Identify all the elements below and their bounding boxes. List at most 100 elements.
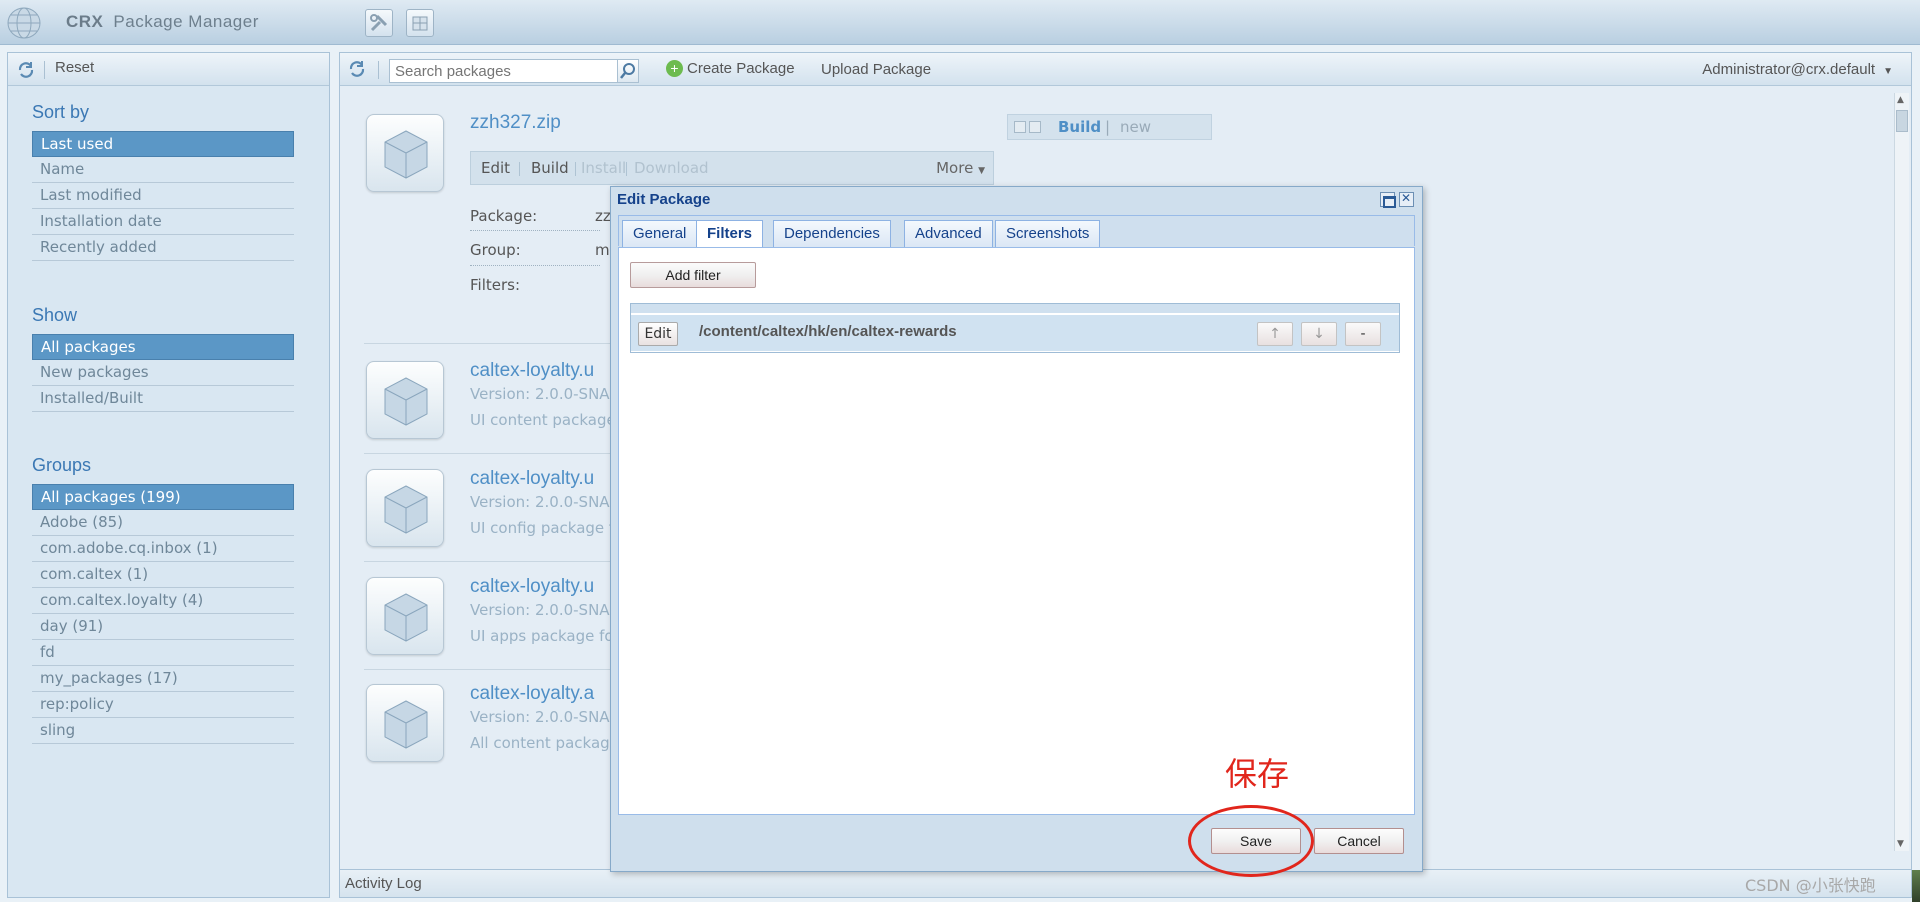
more-menu-button[interactable]: More ▼ [936,159,985,177]
package-thumbnail[interactable] [366,469,444,547]
remove-filter-button[interactable]: - [1345,322,1381,346]
list-divider [364,561,644,562]
scroll-down-icon[interactable]: ▼ [1897,839,1904,849]
group-item[interactable]: com.caltex (1) [32,562,294,588]
cancel-button[interactable]: Cancel [1314,828,1404,854]
scroll-up-icon[interactable]: ▲ [1897,95,1904,105]
package-title[interactable]: caltex-loyalty.u [470,576,594,598]
sort-by-section: Sort by Last used Name Last modified Instal… [32,102,294,261]
group-item[interactable]: com.adobe.cq.inbox (1) [32,536,294,562]
build-status-text: new [1120,118,1152,136]
edit-action[interactable]: Edit [481,159,510,177]
reset-button[interactable]: Reset [55,59,94,76]
action-separator [575,162,576,176]
refresh-icon[interactable] [16,60,36,80]
package-description: All content package [470,734,619,752]
package-title[interactable]: zzh327.zip [470,112,561,134]
sort-by-item[interactable]: Last used [32,131,294,157]
sort-by-item[interactable]: Last modified [32,183,294,209]
group-label: Group: [470,241,521,259]
package-value: zz [595,207,611,225]
group-item[interactable]: day (91) [32,614,294,640]
package-cube-icon [384,700,428,749]
user-menu[interactable]: Administrator@crx.default ▼ [1702,61,1893,78]
group-item[interactable]: All packages (199) [32,484,294,510]
show-item[interactable]: All packages [32,334,294,360]
activity-log-bar[interactable]: Activity Log [340,869,1911,897]
package-thumbnail[interactable] [366,361,444,439]
filter-list-header [631,304,1399,313]
package-version: Version: 2.0.0-SNA [470,601,610,619]
group-item[interactable]: my_packages (17) [32,666,294,692]
package-thumbnail[interactable] [366,684,444,762]
filters-panel: Add filter Edit /content/caltex/hk/en/ca… [618,247,1415,815]
status-icon [1014,121,1026,133]
tab-screenshots[interactable]: Screenshots [995,220,1101,247]
edge-strip [1912,870,1920,902]
search-button[interactable] [617,59,639,83]
package-thumbnail[interactable] [366,114,444,192]
group-item[interactable]: sling [32,718,294,744]
show-heading: Show [32,305,78,325]
group-item[interactable]: rep:policy [32,692,294,718]
list-divider [364,343,644,344]
package-cube-icon [384,485,428,534]
minus-icon: - [1360,326,1366,342]
sort-by-item[interactable]: Installation date [32,209,294,235]
build-status-bar: Build | new [1007,114,1212,140]
tools-button[interactable] [365,9,393,37]
package-action-bar: Edit Build Install Download More ▼ [470,151,994,185]
refresh-icon[interactable] [347,59,367,79]
upload-package-button[interactable]: Upload Package [821,61,931,78]
scrollbar[interactable]: ▲ ▼ [1894,93,1909,851]
tab-dependencies[interactable]: Dependencies [773,220,891,247]
user-name: Administrator@crx.default [1702,61,1876,78]
move-down-button[interactable]: ↓ [1301,322,1337,346]
group-item[interactable]: com.caltex.loyalty (4) [32,588,294,614]
sort-by-item[interactable]: Recently added [32,235,294,261]
tab-advanced[interactable]: Advanced [904,220,993,247]
add-filter-button[interactable]: Add filter [630,262,756,288]
action-separator [626,162,627,176]
more-label: More [936,159,974,177]
annotation-label: 保存 [1225,755,1290,793]
scrollbar-thumb[interactable] [1896,110,1908,132]
show-item[interactable]: Installed/Built [32,386,294,412]
group-item[interactable]: Adobe (85) [32,510,294,536]
arrow-down-icon: ↓ [1313,326,1325,342]
chevron-down-icon: ▼ [978,166,985,176]
meta-divider [470,230,600,231]
build-link[interactable]: Build [1058,118,1101,136]
install-action[interactable]: Install [581,159,626,177]
package-thumbnail[interactable] [366,577,444,655]
sort-by-heading: Sort by [32,102,90,122]
package-description: UI content package [470,411,616,429]
package-title[interactable]: caltex-loyalty.u [470,468,594,490]
packages-button[interactable] [406,9,434,37]
filter-row[interactable]: Edit /content/caltex/hk/en/caltex-reward… [631,315,1399,351]
package-title[interactable]: caltex-loyalty.a [470,683,594,705]
app-title: CRX Package Manager [66,12,259,32]
tab-filters[interactable]: Filters [696,220,764,248]
group-item[interactable]: fd [32,640,294,666]
sort-by-item[interactable]: Name [32,157,294,183]
create-package-button[interactable]: + Create Package [666,60,795,77]
show-item[interactable]: New packages [32,360,294,386]
sidebar: Reset Sort by Last used Name Last modified… [7,52,330,898]
tab-general[interactable]: General [622,220,698,247]
close-icon[interactable] [1399,191,1414,207]
filter-list: Edit /content/caltex/hk/en/caltex-reward… [630,303,1400,353]
build-action[interactable]: Build [531,159,569,177]
move-up-button[interactable]: ↑ [1257,322,1293,346]
maximize-icon[interactable] [1380,192,1396,208]
watermark: CSDN @小张快跑 [1745,876,1876,895]
edit-filter-button[interactable]: Edit [638,322,678,346]
download-action[interactable]: Download [634,159,709,177]
filter-path: /content/caltex/hk/en/caltex-rewards [699,323,957,340]
package-title[interactable]: caltex-loyalty.u [470,360,594,382]
package-cube-icon [384,130,428,179]
search-input[interactable] [389,59,618,83]
package-cube-icon [384,377,428,426]
package-icon [412,16,428,31]
add-icon: + [666,60,683,77]
